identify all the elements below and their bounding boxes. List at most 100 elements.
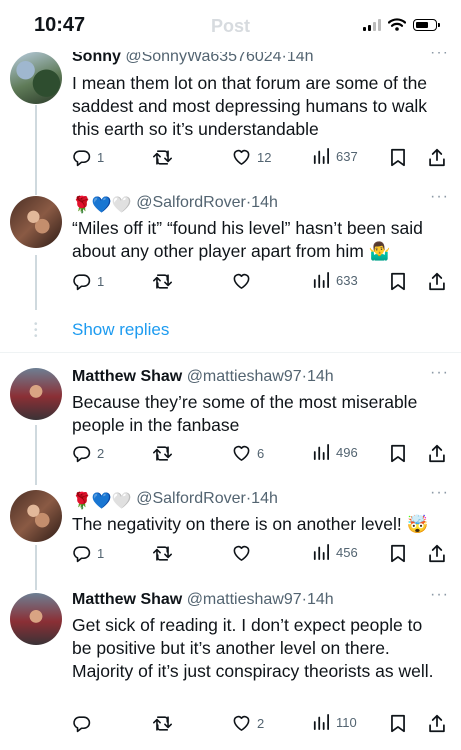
- views-button[interactable]: 633: [312, 272, 358, 288]
- share-icon: [429, 148, 445, 167]
- bookmark-icon: [391, 444, 405, 463]
- avatar[interactable]: [10, 593, 62, 645]
- retweet-icon: [153, 546, 172, 561]
- bookmark-icon: [391, 714, 405, 733]
- views-button[interactable]: 637: [312, 148, 358, 164]
- view-count: 496: [336, 444, 358, 460]
- views-icon: [313, 544, 329, 560]
- views-button[interactable]: 496: [312, 444, 358, 460]
- author-handle[interactable]: @SalfordRover: [136, 490, 246, 507]
- reply-button[interactable]: 2: [72, 444, 104, 463]
- reply-icon: [73, 546, 91, 563]
- thread-line: [35, 545, 37, 590]
- reply-icon: [73, 716, 91, 733]
- avatar[interactable]: [10, 196, 62, 248]
- heart-icon: [233, 273, 250, 289]
- tweet-header: 🌹💙🤍 @SalfordRover·14h: [72, 194, 447, 215]
- author-handle[interactable]: @mattieshaw97: [187, 368, 302, 385]
- avatar[interactable]: [10, 490, 62, 542]
- tweet-time: 14h: [251, 194, 278, 211]
- more-options-icon[interactable]: ···: [430, 188, 449, 206]
- share-icon: [429, 714, 445, 733]
- author-name[interactable]: Matthew Shaw: [72, 591, 182, 608]
- share-button[interactable]: [428, 148, 446, 167]
- divider: [0, 352, 461, 353]
- avatar[interactable]: [10, 368, 62, 420]
- share-icon: [429, 444, 445, 463]
- retweet-icon: [153, 446, 172, 461]
- bookmark-button[interactable]: [390, 272, 406, 291]
- author-name-emoji[interactable]: 🌹💙🤍: [72, 491, 132, 511]
- tweet-text: Because they’re some of the most miserab…: [72, 392, 418, 435]
- bookmark-icon: [391, 544, 405, 563]
- retweet-button[interactable]: [152, 444, 179, 463]
- reply-icon: [73, 446, 91, 463]
- wifi-icon: [388, 18, 406, 31]
- tweet-header: Matthew Shaw @mattieshaw97·14h: [72, 591, 447, 609]
- share-button[interactable]: [428, 714, 446, 733]
- retweet-button[interactable]: [152, 544, 179, 563]
- like-count: 2: [257, 715, 265, 731]
- reply-count: 2: [97, 446, 105, 461]
- tweet-actions: 1 12 637: [72, 148, 452, 170]
- share-button[interactable]: [428, 544, 446, 563]
- views-button[interactable]: 456: [312, 544, 358, 560]
- bookmark-icon: [391, 148, 405, 167]
- bookmark-button[interactable]: [390, 148, 406, 167]
- like-button[interactable]: 2: [232, 714, 264, 732]
- author-name[interactable]: Matthew Shaw: [72, 368, 182, 385]
- tweet-time: 14h: [306, 591, 334, 608]
- status-bar: 10:47 Post: [0, 0, 461, 52]
- more-options-icon[interactable]: ···: [430, 484, 449, 502]
- tweet-header: Matthew Shaw @mattieshaw97·14h: [72, 368, 447, 386]
- views-icon: [313, 714, 329, 730]
- bookmark-button[interactable]: [390, 544, 406, 563]
- share-button[interactable]: [428, 272, 446, 291]
- like-count: 12: [257, 149, 272, 165]
- reply-button[interactable]: 1: [72, 148, 104, 167]
- thread-line: [35, 105, 37, 195]
- reply-button[interactable]: 1: [72, 272, 104, 291]
- avatar[interactable]: [10, 52, 62, 104]
- more-options-icon[interactable]: ···: [430, 364, 449, 382]
- reply-count: 1: [97, 546, 105, 561]
- tweet-text: The negativity on there is on another le…: [72, 514, 429, 534]
- reply-count: 1: [97, 274, 105, 289]
- author-name-emoji[interactable]: 🌹💙🤍: [72, 195, 132, 215]
- bookmark-button[interactable]: [390, 714, 406, 733]
- like-button[interactable]: 12: [232, 148, 271, 166]
- heart-icon: [233, 149, 250, 165]
- tweet-text: “Miles off it” “found his level” hasn’t …: [72, 218, 423, 261]
- share-icon: [429, 544, 445, 563]
- retweet-button[interactable]: [152, 148, 179, 167]
- like-button[interactable]: [232, 272, 257, 290]
- author-handle[interactable]: @SalfordRover: [136, 194, 246, 211]
- retweet-icon: [153, 150, 172, 165]
- heart-icon: [233, 715, 250, 731]
- views-icon: [313, 444, 329, 460]
- retweet-button[interactable]: [152, 714, 179, 733]
- views-icon: [313, 272, 329, 288]
- heart-icon: [233, 445, 250, 461]
- view-count: 637: [336, 148, 358, 164]
- collapsed-thread-indicator: • • •: [34, 319, 38, 342]
- thread-line: [35, 255, 37, 310]
- more-options-icon[interactable]: ···: [430, 586, 449, 604]
- tweet-text: I mean them lot on that forum are some o…: [72, 73, 428, 139]
- like-button[interactable]: 6: [232, 444, 264, 462]
- views-icon: [313, 148, 329, 164]
- reply-button[interactable]: 1: [72, 544, 104, 563]
- retweet-button[interactable]: [152, 272, 179, 291]
- reply-button[interactable]: [72, 714, 97, 733]
- bookmark-button[interactable]: [390, 444, 406, 463]
- like-button[interactable]: [232, 544, 257, 562]
- retweet-icon: [153, 274, 172, 289]
- views-button[interactable]: 110: [312, 714, 357, 730]
- signal-icon: [363, 18, 381, 31]
- show-replies-link[interactable]: Show replies: [72, 320, 169, 340]
- reply-count: 1: [97, 150, 105, 165]
- thread-line: [35, 425, 37, 485]
- status-icons: [363, 18, 440, 31]
- share-button[interactable]: [428, 444, 446, 463]
- author-handle[interactable]: @mattieshaw97: [187, 591, 302, 608]
